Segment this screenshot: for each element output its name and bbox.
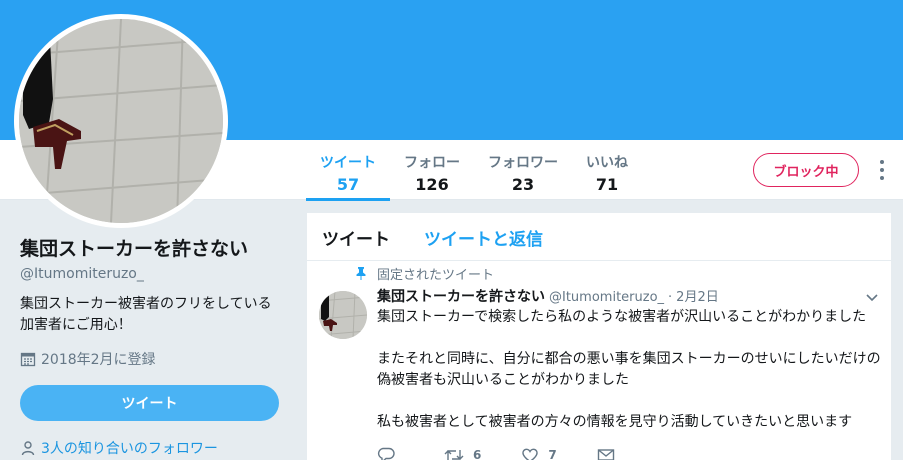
stat-value: 57 [336, 175, 360, 194]
stat-label: いいね [586, 155, 628, 171]
blocked-button[interactable]: ブロック中 [753, 153, 859, 187]
stat-likes[interactable]: いいね 71 [572, 140, 642, 200]
stat-label: フォロワー [488, 155, 558, 171]
joined-date: 2018年2月に登録 [20, 349, 290, 369]
dm-button[interactable] [597, 447, 624, 460]
calendar-icon [20, 352, 36, 367]
like-count: 7 [548, 448, 557, 460]
tweet-text-line: 偽被害者も沢山いることがわかりました [377, 372, 629, 388]
tweet-author-handle[interactable]: @Itumomiteruzo_ [549, 290, 664, 305]
tweet-text-line: 集団ストーカーで検索したら私のような被害者が沢山いることがわかりました [377, 309, 867, 325]
tweet-author-name[interactable]: 集団ストーカーを許さない [377, 286, 545, 306]
timeline: ツイート ツイートと返信 固定されたツイート 集団ストーカーを許さない @Itu… [306, 212, 892, 460]
retweet-button[interactable]: 6 [444, 447, 481, 460]
stat-value: 23 [511, 175, 535, 194]
profile-handle[interactable]: @Itumomiteruzo_ [20, 266, 290, 282]
reply-button[interactable] [377, 447, 404, 460]
tab-tweets-replies[interactable]: ツイートと返信 [424, 213, 543, 260]
tab-tweets[interactable]: ツイート [322, 213, 390, 260]
profile-stats: ツイート 57 フォロー 126 フォロワー 23 いいね 71 [306, 140, 642, 201]
pinned-tweet[interactable]: 集団ストーカーを許さない @Itumomiteruzo_ · 2月2日 集団スト… [307, 286, 891, 460]
tweet-separator: · [668, 290, 673, 305]
bio-line: 加害者にご用心！ [20, 317, 132, 333]
profile-sidebar: 集団ストーカーを許さない @Itumomiteruzo_ 集団ストーカー被害者の… [20, 236, 290, 458]
like-button[interactable]: 7 [521, 447, 557, 460]
followers-you-know-text: 3人の知り合いのフォロワー [41, 441, 218, 457]
stat-following[interactable]: フォロー 126 [390, 140, 474, 200]
followers-you-know-link[interactable]: 3人の知り合いのフォロワー [20, 438, 290, 458]
stat-value: 126 [415, 175, 449, 194]
bio-line: 集団ストーカー被害者のフリをしている [20, 296, 272, 312]
more-vertical-icon[interactable] [875, 160, 889, 180]
tweet-to-button[interactable]: ツイート [20, 385, 279, 421]
retweet-icon [444, 450, 464, 460]
tweet-text-line: 私も被害者として被害者の方々の情報を見守り活動していきたいと思います [377, 414, 853, 430]
reply-icon [377, 447, 395, 460]
stat-label: フォロー [404, 155, 460, 171]
pinned-text: 固定されたツイート [377, 267, 495, 283]
profile-avatar[interactable] [14, 14, 228, 228]
joined-text: 2018年2月に登録 [41, 352, 156, 368]
pin-icon [356, 267, 366, 280]
tweet-text-line: またそれと同時に、自分に都合の悪い事を集団ストーカーのせいにしたいだけの [377, 351, 881, 367]
heart-icon [522, 448, 539, 460]
stat-label: ツイート [320, 155, 376, 171]
tweet-avatar[interactable] [319, 291, 367, 339]
person-icon [21, 441, 35, 456]
tweet-text: 集団ストーカーで検索したら私のような被害者が沢山いることがわかりました またそれ… [377, 307, 881, 433]
tweet-date[interactable]: 2月2日 [676, 286, 719, 305]
stat-value: 71 [595, 175, 619, 194]
pinned-tweet-label: 固定されたツイート [355, 264, 891, 283]
profile-bio: 集団ストーカー被害者のフリをしている 加害者にご用心！ [20, 294, 290, 336]
retweet-count: 6 [473, 448, 482, 460]
profile-name[interactable]: 集団ストーカーを許さない [20, 236, 290, 262]
timeline-tabs: ツイート ツイートと返信 [307, 213, 891, 261]
envelope-icon [597, 449, 614, 460]
tweet-header: 集団ストーカーを許さない @Itumomiteruzo_ · 2月2日 [377, 286, 876, 306]
chevron-down-icon[interactable] [865, 290, 879, 304]
stat-followers[interactable]: フォロワー 23 [474, 140, 572, 200]
stat-tweets[interactable]: ツイート 57 [306, 140, 390, 201]
tweet-actions: 6 7 [377, 445, 876, 460]
